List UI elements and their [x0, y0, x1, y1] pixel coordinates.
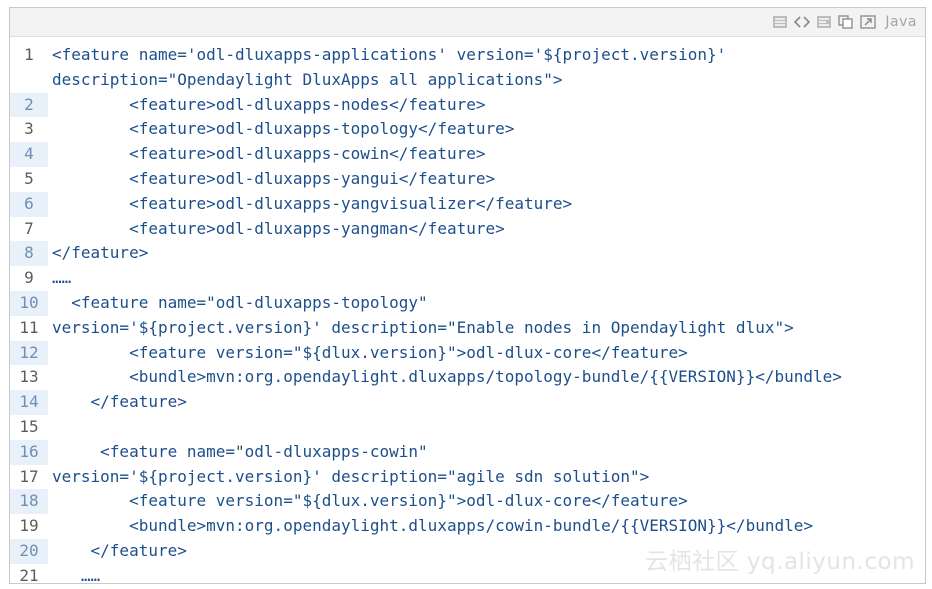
language-label: Java [885, 14, 917, 30]
code-line: 19 <bundle>mvn:org.opendaylight.dluxapps… [10, 514, 925, 539]
code-toolbar: Java [10, 8, 925, 37]
wrap-lines-icon[interactable] [815, 13, 833, 31]
line-number: 7 [24, 218, 34, 238]
line-number: 12 [10, 340, 48, 366]
code-text: <feature>odl-dluxapps-yangui</feature> [52, 168, 496, 188]
code-line: 6 <feature>odl-dluxapps-yangvisualizer</… [10, 191, 925, 217]
code-line: 10 <feature name="odl-dluxapps-topology" [10, 290, 925, 316]
code-text: <bundle>mvn:org.opendaylight.dluxapps/co… [52, 516, 813, 536]
code-line: 4 <feature>odl-dluxapps-cowin</feature> [10, 142, 925, 167]
code-line: 15 [10, 415, 925, 440]
line-number: 10 [10, 290, 48, 316]
line-number: 3 [24, 119, 34, 139]
code-text: version='${project.version}' description… [52, 466, 650, 486]
code-text: </feature> [52, 392, 187, 412]
code-block: Java 1 <feature name='odl-dluxapps-applic… [9, 7, 926, 584]
line-number: 18 [10, 489, 48, 515]
code-text: <feature>odl-dluxapps-yangvisualizer</fe… [52, 193, 573, 213]
toolbar-actions: Java [771, 12, 917, 32]
code-line: 2 <feature>odl-dluxapps-nodes</feature> [10, 92, 925, 118]
code-line: 14 </feature> [10, 390, 925, 415]
code-line: 17 version='${project.version}' descripti… [10, 465, 925, 490]
line-number: 11 [19, 317, 39, 337]
popup-icon[interactable] [859, 13, 877, 31]
line-number: 2 [10, 92, 48, 118]
line-number: 16 [10, 439, 48, 465]
line-number: 9 [24, 268, 34, 288]
code-text: description="Opendaylight DluxApps all a… [52, 69, 563, 89]
code-text: <feature>odl-dluxapps-topology</feature> [52, 119, 515, 139]
code-text: <feature>odl-dluxapps-cowin</feature> [52, 144, 486, 164]
code-text: <bundle>mvn:org.opendaylight.dluxapps/to… [52, 367, 842, 387]
line-number: 17 [19, 466, 39, 486]
code-text: version='${project.version}' description… [52, 317, 794, 337]
code-text: <feature name="odl-dluxapps-topology" [52, 292, 428, 312]
line-number: 15 [19, 416, 39, 436]
code-line: 11 version='${project.version}' descripti… [10, 316, 925, 341]
line-number: 8 [10, 241, 48, 267]
code-line: 8 </feature> [10, 241, 925, 267]
code-text: <feature version="${dlux.version}">odl-d… [52, 342, 688, 362]
code-line: 3 <feature>odl-dluxapps-topology</featur… [10, 117, 925, 142]
code-line: 12 <feature version="${dlux.version}">od… [10, 340, 925, 366]
line-number: 13 [19, 367, 39, 387]
code-line: 16 <feature name="odl-dluxapps-cowin" [10, 439, 925, 465]
line-number: 19 [19, 516, 39, 536]
code-line: 9 …… [10, 266, 925, 291]
code-line: 5 <feature>odl-dluxapps-yangui</feature> [10, 167, 925, 192]
code-tags-icon[interactable] [793, 13, 811, 31]
line-number: 5 [24, 168, 34, 188]
watermark: 云栖社区 yq.aliyun.com [645, 549, 915, 575]
code-line: description="Opendaylight DluxApps all a… [10, 68, 925, 93]
line-number: 20 [10, 538, 48, 564]
line-number: 21 [19, 565, 39, 584]
code-line: 1 <feature name='odl-dluxapps-application… [10, 43, 925, 68]
code-text: <feature name="odl-dluxapps-cowin" [52, 441, 428, 461]
line-number: 6 [10, 191, 48, 217]
view-source-icon[interactable] [771, 13, 789, 31]
code-text: </feature> [52, 243, 149, 263]
code-line: 13 <bundle>mvn:org.opendaylight.dluxapps… [10, 365, 925, 390]
code-text: <feature>odl-dluxapps-nodes</feature> [52, 94, 486, 114]
code-text: <feature>odl-dluxapps-yangman</feature> [52, 218, 505, 238]
code-text: …… [52, 268, 72, 288]
code-line: 7 <feature>odl-dluxapps-yangman</feature… [10, 217, 925, 242]
code-text: <feature version="${dlux.version}">odl-d… [52, 491, 688, 511]
line-number: 4 [10, 142, 48, 167]
copy-icon[interactable] [837, 13, 855, 31]
code-listing: 1 <feature name='odl-dluxapps-application… [10, 43, 925, 583]
line-number: 14 [10, 390, 48, 415]
line-number: 1 [24, 45, 34, 64]
code-line: 18 <feature version="${dlux.version}">od… [10, 489, 925, 515]
code-text: <feature name='odl-dluxapps-applications… [52, 45, 727, 64]
